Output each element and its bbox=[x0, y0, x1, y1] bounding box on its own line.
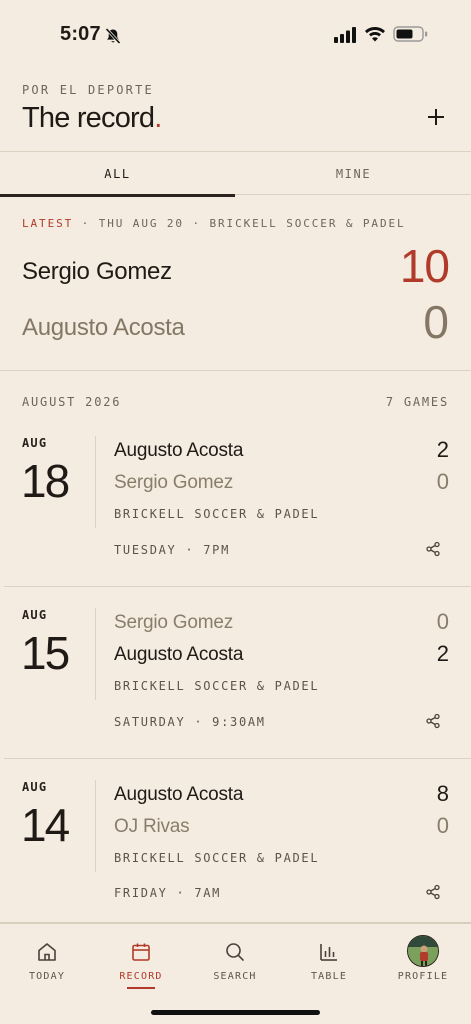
game-team2-score: 0 bbox=[436, 813, 449, 838]
home-icon bbox=[38, 943, 56, 961]
latest-team2-name: Augusto Acosta bbox=[22, 314, 185, 341]
game-time: SATURDAY · 9:30AM bbox=[114, 715, 266, 729]
page-title-dot: . bbox=[154, 102, 162, 134]
nav-active-indicator bbox=[127, 987, 155, 989]
game-time: FRIDAY · 7AM bbox=[114, 886, 222, 900]
search-icon bbox=[226, 943, 244, 961]
game-team1-score: 0 bbox=[436, 609, 449, 634]
game-month: AUG bbox=[22, 780, 48, 794]
row-divider bbox=[4, 586, 471, 587]
page-title: The record. bbox=[22, 102, 162, 135]
game-day: 15 bbox=[21, 627, 70, 679]
row-divider bbox=[4, 758, 471, 759]
share-icon[interactable] bbox=[425, 713, 441, 729]
bottom-nav: TODAY RECORD SEARCH TABLE PROFILE bbox=[0, 922, 471, 1024]
game-month: AUG bbox=[22, 436, 48, 450]
game-venue: BRICKELL SOCCER & PADEL bbox=[114, 507, 320, 521]
filter-tabs: ALL MINE bbox=[0, 151, 471, 197]
latest-tag: LATEST bbox=[22, 217, 74, 230]
nav-item-profile[interactable]: PROFILE bbox=[376, 924, 470, 1004]
home-indicator bbox=[151, 1010, 320, 1015]
game-team1-name: Sergio Gomez bbox=[114, 612, 234, 633]
latest-game-card[interactable]: LATEST · THU AUG 20 · BRICKELL SOCCER & … bbox=[0, 195, 471, 371]
battery-icon bbox=[393, 26, 428, 42]
game-venue: BRICKELL SOCCER & PADEL bbox=[114, 679, 320, 693]
game-divider-line bbox=[95, 436, 96, 528]
game-day: 14 bbox=[21, 799, 70, 851]
game-team1-name: Augusto Acosta bbox=[114, 784, 244, 805]
status-time: 5:07 bbox=[60, 23, 101, 45]
nav-item-table[interactable]: TABLE bbox=[282, 924, 376, 1004]
page-kicker: POR EL DEPORTE bbox=[22, 83, 154, 97]
calendar-icon bbox=[132, 943, 150, 961]
game-divider-line bbox=[95, 608, 96, 700]
game-divider-line bbox=[95, 780, 96, 872]
game-time: TUESDAY · 7PM bbox=[114, 543, 231, 557]
game-row[interactable]: AUG 15 Sergio Gomez 0 Augusto Acosta 2 B… bbox=[0, 608, 471, 780]
latest-team2-score: 0 bbox=[423, 296, 449, 348]
tab-all[interactable]: ALL bbox=[0, 152, 235, 197]
month-header: AUGUST 2026 7 GAMES bbox=[22, 395, 449, 411]
bell-slash-icon bbox=[105, 27, 121, 45]
latest-team1-score: 10 bbox=[399, 240, 450, 292]
game-month: AUG bbox=[22, 608, 48, 622]
nav-item-today[interactable]: TODAY bbox=[0, 924, 94, 1004]
page-title-text: The record bbox=[22, 102, 155, 134]
status-bar: 5:07 bbox=[0, 0, 471, 70]
game-day: 18 bbox=[21, 455, 70, 507]
nav-item-record[interactable]: RECORD bbox=[94, 924, 188, 1004]
latest-meta-text: · THU AUG 20 · BRICKELL SOCCER & PADEL bbox=[73, 217, 406, 230]
bar-chart-icon bbox=[320, 944, 337, 961]
cellular-signal-icon bbox=[334, 27, 356, 43]
game-venue: BRICKELL SOCCER & PADEL bbox=[114, 851, 320, 865]
game-row[interactable]: AUG 18 Augusto Acosta 2 Sergio Gomez 0 B… bbox=[0, 436, 471, 608]
game-team2-name: Sergio Gomez bbox=[114, 472, 234, 493]
nav-label-record: RECORD bbox=[119, 971, 163, 982]
nav-label-search: SEARCH bbox=[213, 971, 257, 982]
add-game-button[interactable] bbox=[423, 104, 449, 130]
game-team1-score: 2 bbox=[436, 437, 449, 462]
share-icon[interactable] bbox=[425, 884, 441, 900]
tab-mine[interactable]: MINE bbox=[236, 152, 471, 195]
game-team1-name: Augusto Acosta bbox=[114, 440, 244, 461]
page-header: POR EL DEPORTE The record. bbox=[22, 80, 449, 150]
wifi-icon bbox=[365, 27, 385, 42]
nav-label-today: TODAY bbox=[28, 971, 66, 982]
month-label: AUGUST 2026 bbox=[22, 395, 122, 409]
month-game-count: 7 GAMES bbox=[385, 395, 449, 409]
nav-label-profile: PROFILE bbox=[397, 971, 449, 982]
share-icon[interactable] bbox=[425, 541, 441, 557]
nav-label-table: TABLE bbox=[310, 971, 348, 982]
latest-meta: LATEST · THU AUG 20 · BRICKELL SOCCER & … bbox=[22, 217, 406, 230]
avatar-image bbox=[408, 936, 438, 966]
game-team2-name: Augusto Acosta bbox=[114, 644, 244, 665]
game-team1-score: 8 bbox=[436, 781, 449, 806]
game-team2-name: OJ Rivas bbox=[114, 816, 190, 837]
latest-team1-name: Sergio Gomez bbox=[22, 258, 172, 285]
avatar bbox=[407, 935, 439, 967]
game-team2-score: 0 bbox=[436, 469, 449, 494]
nav-item-search[interactable]: SEARCH bbox=[188, 924, 282, 1004]
game-team2-score: 2 bbox=[436, 641, 449, 666]
